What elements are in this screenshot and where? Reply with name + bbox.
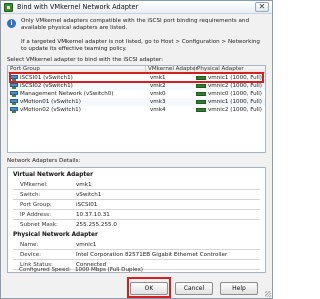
detail-key: Name:: [20, 242, 39, 248]
divider: [13, 199, 260, 200]
divider: [13, 209, 260, 210]
physical-nic-icon: [196, 100, 206, 104]
window-title: Bind with VMkernel Network Adapter: [17, 3, 139, 11]
detail-value: vmnic1: [76, 242, 97, 248]
physical-adapter-cell: vmnic2 (1000, Full): [208, 107, 262, 113]
vmkernel-cell: vmk4: [150, 107, 166, 113]
detail-key: Switch:: [20, 192, 41, 198]
info-text-not-listed: If a targeted VMkernel adapter is not li…: [21, 39, 260, 53]
table-row[interactable]: vMotion02 (vSwitch1) vmk4 vmnic2 (1000, …: [8, 106, 265, 114]
title-bar[interactable]: Bind with VMkernel Network Adapter ✕: [1, 1, 272, 14]
bind-vmkernel-dialog: Bind with VMkernel Network Adapter ✕ i O…: [0, 0, 273, 299]
virtual-adapter-heading: Virtual Network Adapter: [13, 172, 93, 178]
vmkernel-port-icon: [10, 99, 18, 105]
network-adapters-details-panel: Virtual Network Adapter VMkernel: vmk1 S…: [7, 167, 266, 273]
detail-key: Configured Speed:: [19, 267, 71, 273]
vmkernel-cell: vmk2: [150, 83, 166, 89]
select-adapter-label: Select VMkernel adapter to bind with the…: [7, 57, 164, 63]
vmkernel-port-icon: [10, 91, 18, 97]
detail-value: Intel Corporation 82571EB Gigabit Ethern…: [76, 252, 228, 258]
info-icon: i: [7, 19, 16, 28]
divider: [13, 189, 260, 190]
port-group-cell: vMotion02 (vSwitch1): [20, 107, 81, 113]
cancel-button[interactable]: Cancel: [175, 282, 213, 295]
physical-nic-icon: [196, 84, 206, 88]
detail-value: vmk1: [76, 182, 92, 188]
app-icon: [4, 3, 13, 12]
vmkernel-cell: vmk0: [150, 91, 166, 97]
selected-row-highlight: [9, 72, 264, 83]
detail-value: iSCSI01: [76, 202, 98, 208]
detail-value: 255.255.255.0: [76, 222, 117, 228]
detail-key: Subnet Mask:: [20, 222, 58, 228]
info-message: i Only VMkernel adapters compatible with…: [7, 18, 267, 38]
help-button[interactable]: Help: [220, 282, 258, 295]
vmkernel-cell: vmk3: [150, 99, 166, 105]
table-row[interactable]: Management Network (vSwitch0) vmk0 vmnic…: [8, 90, 265, 98]
detail-key: Port Group:: [20, 202, 52, 208]
detail-key: Device:: [20, 252, 42, 258]
detail-value: vSwitch1: [76, 192, 102, 198]
detail-value: 1000 Mbps (Full Duplex): [75, 267, 143, 273]
divider: [13, 249, 260, 250]
vmkernel-port-icon: [10, 107, 18, 113]
physical-adapter-cell: vmnic0 (1000, Full): [208, 91, 262, 97]
info-text-compatibility: Only VMkernel adapters compatible with t…: [21, 18, 250, 32]
detail-key: VMkernel:: [20, 182, 48, 188]
network-adapters-details-label: Network Adapters Details:: [7, 158, 81, 164]
port-group-cell: iSCSI02 (vSwitch1): [20, 83, 73, 89]
physical-nic-icon: [196, 108, 206, 112]
port-group-cell: Management Network (vSwitch0): [20, 91, 114, 97]
port-group-cell: vMotion01 (vSwitch1): [20, 99, 81, 105]
table-row[interactable]: vMotion01 (vSwitch1) vmk3 vmnic1 (1000, …: [8, 98, 265, 106]
physical-adapter-cell: vmnic2 (1000, Full): [208, 83, 262, 89]
vmkernel-port-icon: [10, 83, 18, 89]
table-row[interactable]: iSCSI02 (vSwitch1) vmk2 vmnic2 (1000, Fu…: [8, 82, 265, 90]
detail-key: IP Address:: [20, 212, 51, 218]
resize-grip[interactable]: [265, 291, 271, 297]
physical-adapter-heading: Physical Network Adapter: [13, 232, 98, 238]
physical-nic-icon: [196, 92, 206, 96]
ok-button[interactable]: OK: [130, 282, 168, 295]
close-button[interactable]: ✕: [255, 2, 269, 12]
detail-value: 10.37.10.31: [76, 212, 110, 218]
divider: [13, 259, 260, 260]
physical-adapter-cell: vmnic1 (1000, Full): [208, 99, 262, 105]
divider: [13, 219, 260, 220]
